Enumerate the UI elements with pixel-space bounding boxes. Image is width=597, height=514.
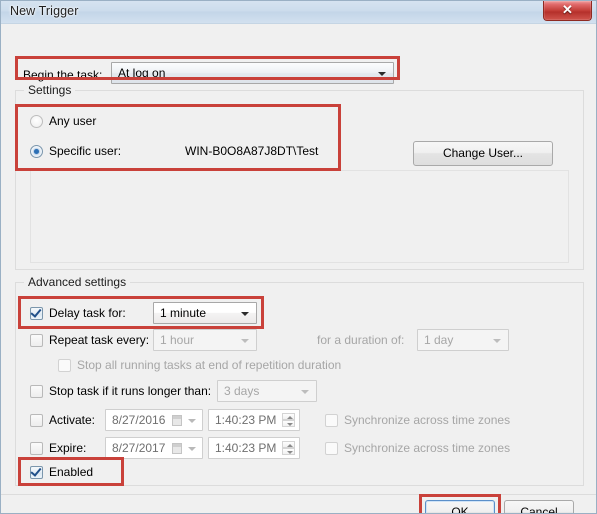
repeat-task-label: Repeat task every: [49,333,150,347]
activate-checkbox[interactable] [30,414,43,427]
enabled-label: Enabled [49,465,94,479]
activate-time-field[interactable]: 1:40:23 PM [208,409,300,431]
expire-time-value: 1:40:23 PM [215,441,277,455]
repeat-task-checkbox[interactable] [30,334,43,347]
expire-date-value: 8/27/2017 [112,441,166,455]
activate-time-value: 1:40:23 PM [215,413,277,427]
chevron-down-icon [188,447,196,451]
stop-task-label: Stop task if it runs longer than: [49,384,212,398]
change-user-button[interactable]: Change User... [413,141,553,166]
delay-task-value: 1 minute [160,306,207,320]
expire-label: Expire: [49,441,87,455]
stop-all-tasks-label: Stop all running tasks at end of repetit… [77,358,342,372]
chevron-down-icon [241,339,249,343]
any-user-label: Any user [49,114,97,128]
chevron-down-icon [493,339,501,343]
advanced-settings-group-title: Advanced settings [24,275,131,289]
spinner-down-icon[interactable] [282,448,295,455]
radio-selected-dot [34,149,39,154]
chevron-down-icon [241,312,249,316]
calendar-icon [172,443,182,454]
checkmark-icon [30,465,42,477]
title-bar: New Trigger ✕ [1,1,596,24]
stop-all-tasks-checkbox[interactable] [58,359,71,372]
stop-task-value: 3 days [224,384,260,398]
repeat-interval-value: 1 hour [160,333,195,347]
specific-user-label: Specific user: [49,144,122,158]
checkmark-icon [30,306,42,318]
close-button[interactable]: ✕ [543,1,592,21]
activate-date-field[interactable]: 8/27/2016 [105,409,203,431]
cancel-button[interactable]: Cancel [504,500,574,513]
footer-divider [1,494,596,495]
enabled-checkbox[interactable] [30,465,43,479]
spinner-up-icon[interactable] [282,441,295,448]
chevron-down-icon [301,390,309,394]
expire-sync-checkbox[interactable] [325,442,338,455]
activate-time-spinner[interactable] [282,413,295,428]
activate-sync-label: Synchronize across time zones [344,413,511,427]
stop-task-combo[interactable]: 3 days [217,380,317,402]
duration-label: for a duration of: [317,333,405,347]
begin-task-value: At log on [118,66,166,80]
expire-time-field[interactable]: 1:40:23 PM [208,437,300,459]
calendar-icon [172,415,182,426]
delay-task-checkbox[interactable] [30,306,43,320]
specific-user-radio[interactable] [30,145,43,158]
expire-date-field[interactable]: 8/27/2017 [105,437,203,459]
begin-task-label: Begin the task: [23,68,103,82]
repeat-interval-combo[interactable]: 1 hour [153,329,257,351]
expire-sync-label: Synchronize across time zones [344,441,511,455]
close-icon: ✕ [562,2,573,17]
any-user-radio[interactable] [30,115,43,128]
chevron-down-icon [378,72,386,76]
dialog-client-area: Begin the task: At log on Settings Any u… [1,24,596,513]
delay-task-label: Delay task for: [49,306,126,320]
ok-button[interactable]: OK [425,500,495,513]
activate-label: Activate: [49,413,96,427]
expire-time-spinner[interactable] [282,441,295,456]
settings-inner-panel [30,170,569,263]
new-trigger-dialog: New Trigger ✕ Begin the task: At log on … [0,0,597,514]
duration-combo[interactable]: 1 day [417,329,509,351]
spinner-up-icon[interactable] [282,413,295,420]
duration-value: 1 day [424,333,454,347]
stop-task-checkbox[interactable] [30,385,43,398]
activate-sync-checkbox[interactable] [325,414,338,427]
window-title: New Trigger [10,4,79,18]
expire-checkbox[interactable] [30,442,43,455]
activate-date-value: 8/27/2016 [112,413,166,427]
begin-task-combo[interactable]: At log on [111,62,394,84]
specific-user-value: WIN-B0O8A87J8DT\Test [185,144,319,158]
spinner-down-icon[interactable] [282,420,295,427]
chevron-down-icon [188,419,196,423]
settings-group-title: Settings [24,83,76,97]
delay-task-combo[interactable]: 1 minute [153,302,257,324]
